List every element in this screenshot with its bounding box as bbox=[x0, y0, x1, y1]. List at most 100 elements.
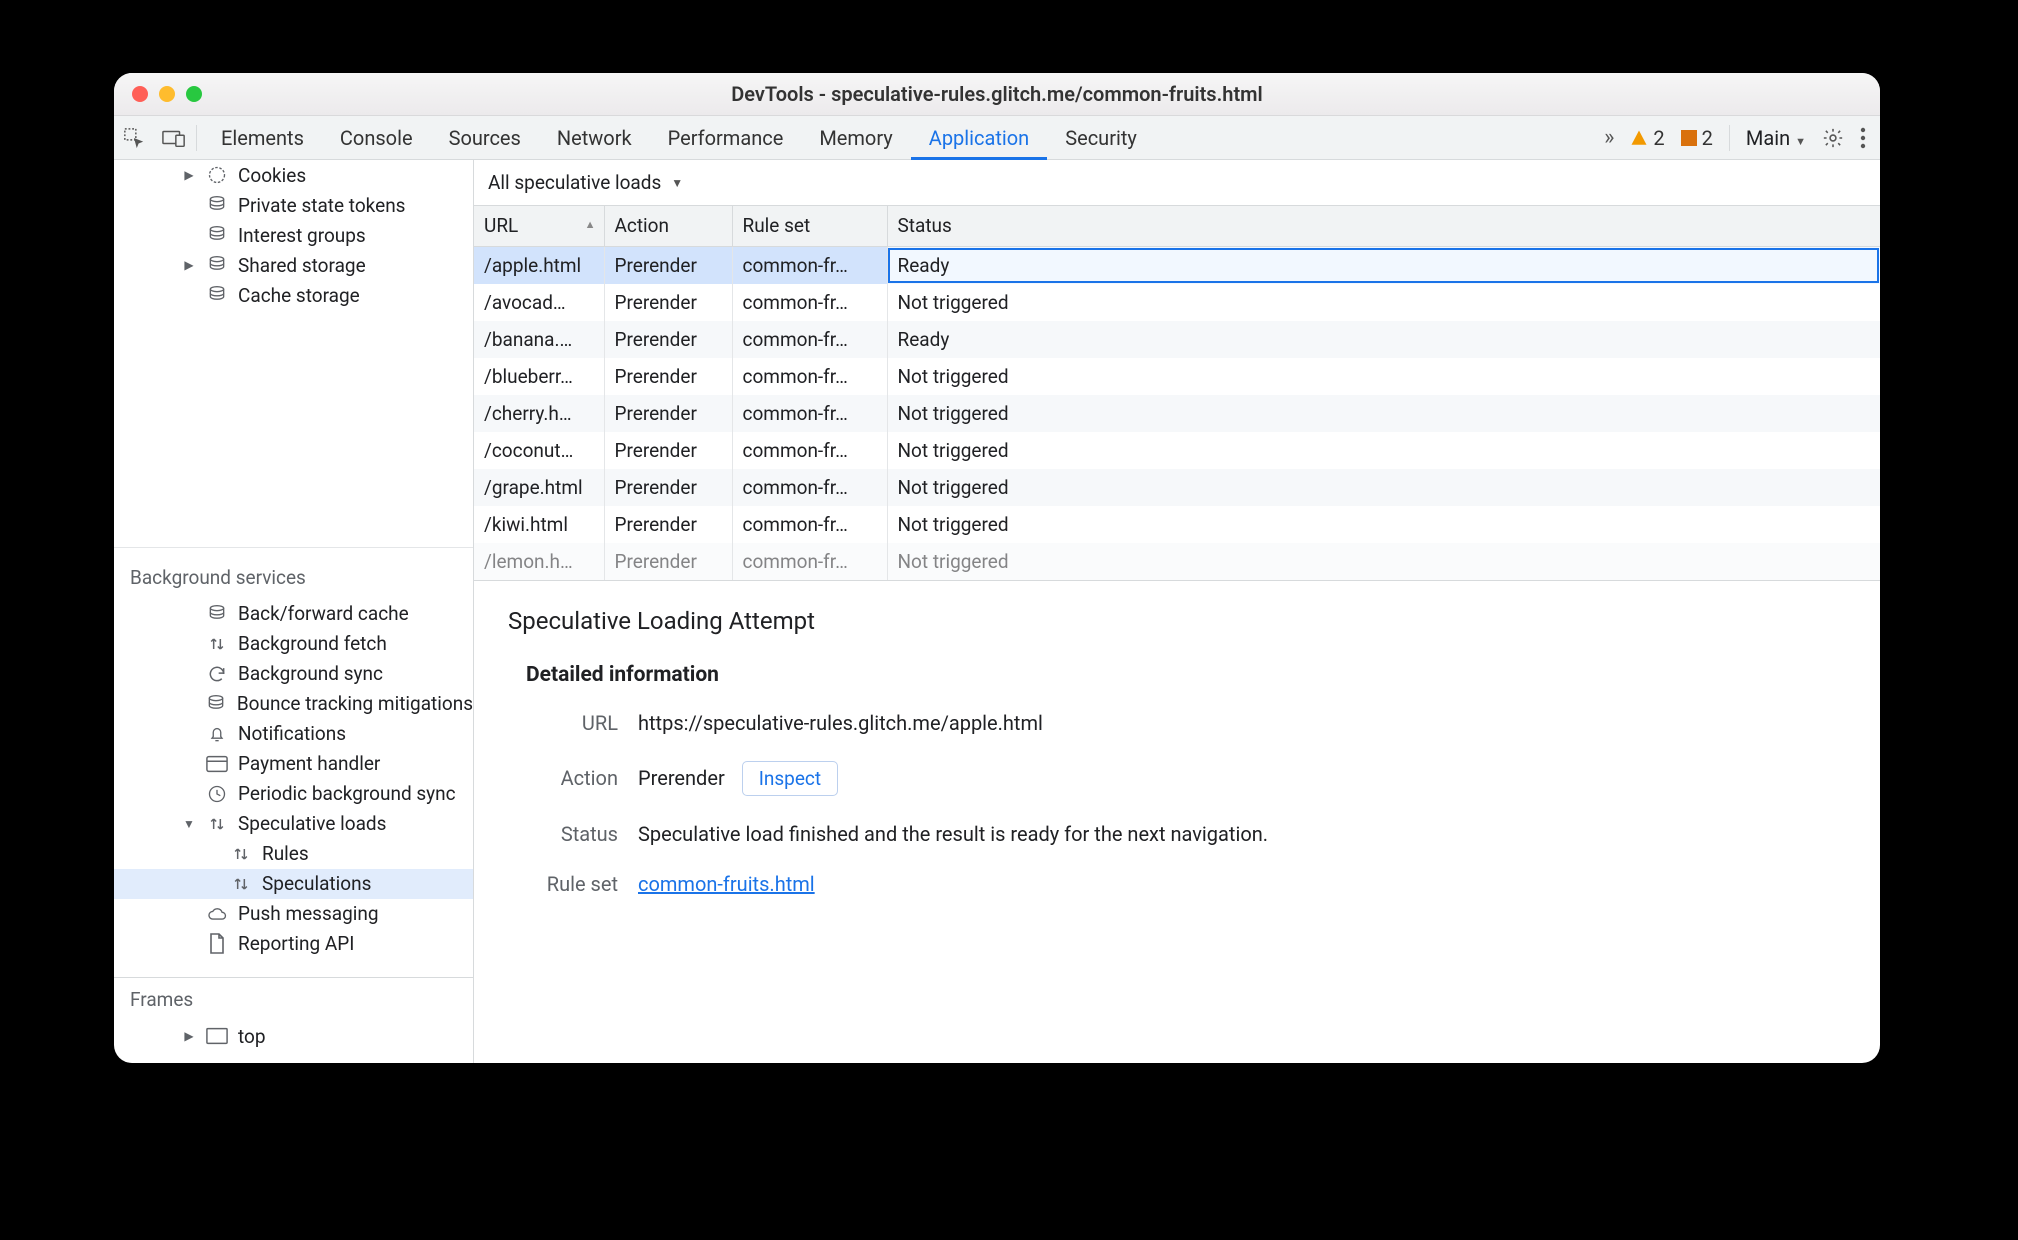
sidebar-item-speculations[interactable]: Speculations bbox=[114, 869, 473, 899]
col-header-url[interactable]: URL▲ bbox=[474, 206, 604, 246]
doc-icon bbox=[206, 933, 228, 955]
table-row[interactable]: /blueberr…Prerendercommon-fr…Not trigger… bbox=[474, 358, 1880, 395]
sidebar-item-label: Reporting API bbox=[238, 932, 354, 955]
minimize-window-button[interactable] bbox=[159, 86, 175, 102]
table-row[interactable]: /avocad…Prerendercommon-fr…Not triggered bbox=[474, 284, 1880, 321]
devtools-window: DevTools - speculative-rules.glitch.me/c… bbox=[114, 73, 1880, 1063]
inspect-button[interactable]: Inspect bbox=[742, 761, 838, 796]
tab-network[interactable]: Network bbox=[539, 116, 650, 160]
more-options-icon[interactable] bbox=[1860, 127, 1866, 149]
sidebar-item-interest-groups[interactable]: Interest groups bbox=[114, 220, 473, 250]
detail-action-label: Action bbox=[526, 766, 618, 790]
frame-top[interactable]: ▶ top bbox=[114, 1021, 473, 1051]
detail-section-title: Detailed information bbox=[526, 663, 1846, 687]
more-tabs-icon[interactable]: » bbox=[1604, 125, 1614, 150]
db-icon bbox=[206, 693, 227, 715]
tab-elements[interactable]: Elements bbox=[203, 116, 322, 160]
divider bbox=[1729, 125, 1730, 151]
sidebar-item-bounce-tracking-mitigations[interactable]: Bounce tracking mitigations bbox=[114, 689, 473, 719]
application-sidebar: ▶Cookies Private state tokens Interest gro… bbox=[114, 160, 474, 1063]
cell-status: Ready bbox=[887, 247, 1880, 284]
sidebar-item-label: Background fetch bbox=[238, 632, 387, 655]
cell-status: Not triggered bbox=[887, 358, 1880, 395]
table-row[interactable]: /grape.htmlPrerendercommon-fr…Not trigge… bbox=[474, 469, 1880, 506]
detail-ruleset-link[interactable]: common-fruits.html bbox=[638, 872, 815, 896]
cell-status: Ready bbox=[887, 321, 1880, 358]
cell-url: /lemon.h… bbox=[474, 543, 604, 580]
expand-icon[interactable]: ▶ bbox=[182, 258, 196, 272]
col-header-action[interactable]: Action bbox=[604, 206, 732, 246]
sidebar-item-reporting-api[interactable]: Reporting API bbox=[114, 929, 473, 959]
table-row[interactable]: /banana.…Prerendercommon-fr…Ready bbox=[474, 321, 1880, 358]
sidebar-item-label: Private state tokens bbox=[238, 194, 406, 217]
tab-memory[interactable]: Memory bbox=[801, 116, 910, 160]
sidebar-item-cache-storage[interactable]: Cache storage bbox=[114, 280, 473, 310]
detail-url-value: https://speculative-rules.glitch.me/appl… bbox=[638, 711, 1043, 735]
cell-url: /blueberr… bbox=[474, 358, 604, 395]
clock-icon bbox=[206, 783, 228, 805]
card-icon bbox=[206, 753, 228, 775]
sidebar-item-private-state-tokens[interactable]: Private state tokens bbox=[114, 190, 473, 220]
table-row[interactable]: /kiwi.htmlPrerendercommon-fr…Not trigger… bbox=[474, 506, 1880, 543]
detail-status-label: Status bbox=[526, 822, 618, 846]
cell-ruleset: common-fr… bbox=[732, 506, 887, 543]
tab-console[interactable]: Console bbox=[322, 116, 431, 160]
tab-application[interactable]: Application bbox=[911, 116, 1047, 160]
panel-tabs: ElementsConsoleSourcesNetworkPerformance… bbox=[203, 116, 1155, 160]
db-icon bbox=[206, 284, 228, 306]
sidebar-item-label: Notifications bbox=[238, 722, 346, 745]
tab-performance[interactable]: Performance bbox=[650, 116, 802, 160]
cell-action: Prerender bbox=[604, 506, 732, 543]
cell-action: Prerender bbox=[604, 358, 732, 395]
window-title: DevTools - speculative-rules.glitch.me/c… bbox=[114, 82, 1880, 106]
filter-dropdown[interactable]: All speculative loads ▼ bbox=[474, 160, 1880, 206]
tab-sources[interactable]: Sources bbox=[431, 116, 539, 160]
sidebar-item-label: Background sync bbox=[238, 662, 383, 685]
expand-icon[interactable]: ▶ bbox=[182, 168, 196, 182]
cell-ruleset: common-fr… bbox=[732, 543, 887, 580]
divider bbox=[114, 547, 473, 548]
table-row[interactable]: /cherry.h…Prerendercommon-fr…Not trigger… bbox=[474, 395, 1880, 432]
cell-action: Prerender bbox=[604, 432, 732, 469]
sidebar-item-back-forward-cache[interactable]: Back/forward cache bbox=[114, 599, 473, 629]
col-header-status[interactable]: Status bbox=[887, 206, 1880, 246]
sidebar-item-speculative-loads[interactable]: ▼Speculative loads bbox=[114, 809, 473, 839]
sidebar-item-notifications[interactable]: Notifications bbox=[114, 719, 473, 749]
sidebar-item-background-sync[interactable]: Background sync bbox=[114, 659, 473, 689]
table-row[interactable]: /coconut…Prerendercommon-fr…Not triggere… bbox=[474, 432, 1880, 469]
sidebar-item-label: Interest groups bbox=[238, 224, 366, 247]
cell-ruleset: common-fr… bbox=[732, 469, 887, 506]
speculation-detail: Speculative Loading Attempt Detailed inf… bbox=[474, 581, 1880, 1064]
sidebar-item-label: Periodic background sync bbox=[238, 782, 456, 805]
cell-ruleset: common-fr… bbox=[732, 395, 887, 432]
cell-ruleset: common-fr… bbox=[732, 321, 887, 358]
sidebar-item-periodic-background-sync[interactable]: Periodic background sync bbox=[114, 779, 473, 809]
speculations-table: URL▲ Action Rule set Status /apple.htmlP… bbox=[474, 206, 1880, 581]
sidebar-item-payment-handler[interactable]: Payment handler bbox=[114, 749, 473, 779]
close-window-button[interactable] bbox=[132, 86, 148, 102]
warnings-badge[interactable]: 2 bbox=[1630, 126, 1664, 150]
sidebar-item-rules[interactable]: Rules bbox=[114, 839, 473, 869]
updown-icon bbox=[230, 873, 252, 895]
cell-status: Not triggered bbox=[887, 469, 1880, 506]
updown-icon bbox=[230, 843, 252, 865]
expand-icon[interactable]: ▼ bbox=[182, 817, 196, 831]
settings-icon[interactable] bbox=[1822, 127, 1844, 149]
table-row[interactable]: /lemon.h…Prerendercommon-fr…Not triggere… bbox=[474, 543, 1880, 580]
table-row[interactable]: /apple.htmlPrerendercommon-fr…Ready bbox=[474, 247, 1880, 284]
sidebar-item-push-messaging[interactable]: Push messaging bbox=[114, 899, 473, 929]
sort-asc-icon: ▲ bbox=[585, 218, 596, 231]
sidebar-item-shared-storage[interactable]: ▶Shared storage bbox=[114, 250, 473, 280]
tab-security[interactable]: Security bbox=[1047, 116, 1155, 160]
zoom-window-button[interactable] bbox=[186, 86, 202, 102]
col-header-ruleset[interactable]: Rule set bbox=[732, 206, 887, 246]
cell-ruleset: common-fr… bbox=[732, 284, 887, 321]
cell-action: Prerender bbox=[604, 469, 732, 506]
issues-badge[interactable]: 2 bbox=[1681, 126, 1713, 150]
sidebar-item-cookies[interactable]: ▶Cookies bbox=[114, 160, 473, 190]
sidebar-item-background-fetch[interactable]: Background fetch bbox=[114, 629, 473, 659]
context-selector[interactable]: Main ▼ bbox=[1746, 126, 1806, 150]
device-toolbar-icon[interactable] bbox=[154, 128, 194, 148]
expand-icon[interactable]: ▶ bbox=[182, 1029, 196, 1043]
inspect-element-icon[interactable] bbox=[114, 127, 154, 149]
